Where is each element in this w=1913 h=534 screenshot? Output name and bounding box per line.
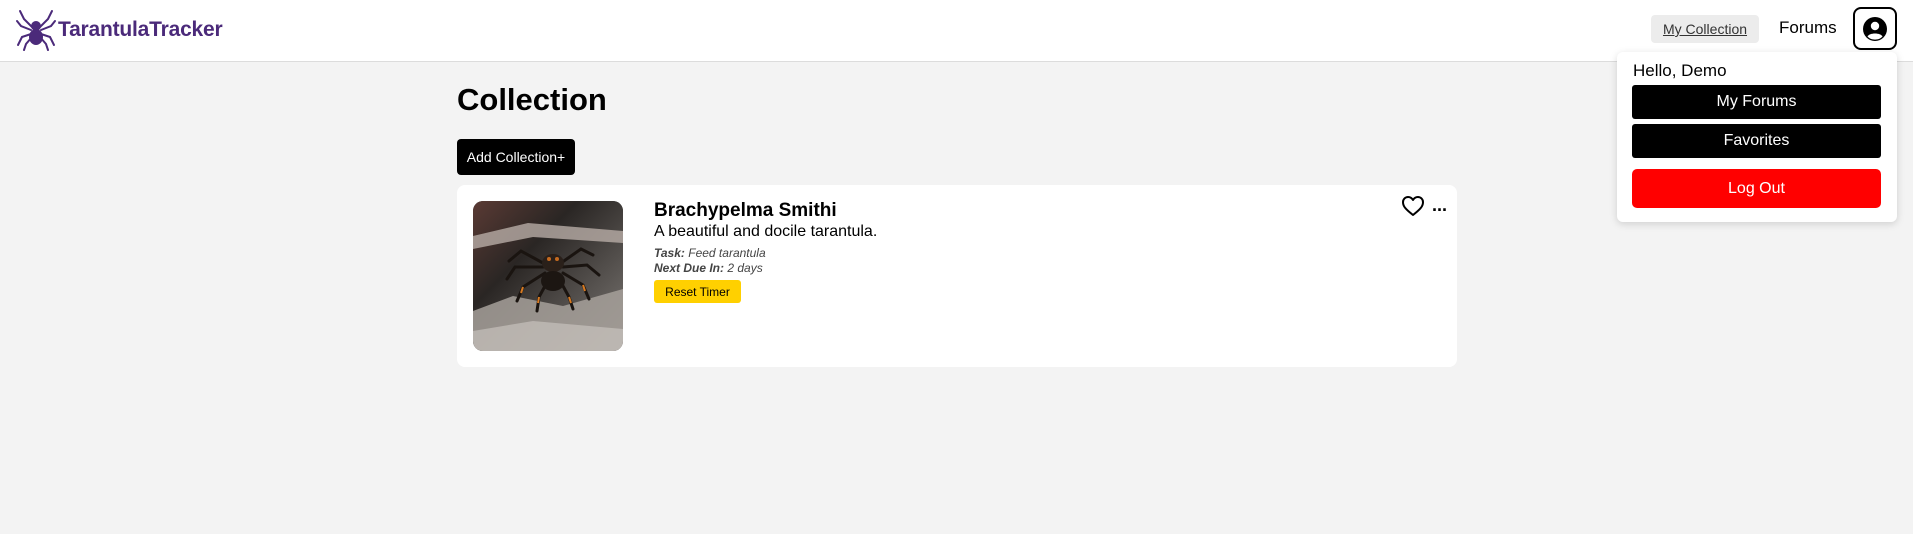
- next-due-line: Next Due In: 2 days: [654, 261, 763, 275]
- nav-my-collection-link[interactable]: My Collection: [1651, 15, 1759, 43]
- brand-name: TarantulaTracker: [58, 18, 223, 41]
- nav-forums-link[interactable]: Forums: [1779, 18, 1837, 38]
- reset-timer-button[interactable]: Reset Timer: [654, 280, 741, 303]
- user-circle-icon: [1863, 16, 1887, 41]
- page-title: Collection: [457, 82, 607, 117]
- next-due-value: 2 days: [727, 261, 763, 275]
- heart-icon[interactable]: [1401, 195, 1425, 217]
- profile-dropdown-menu: Hello, Demo My Forums Favorites Log Out: [1617, 52, 1897, 222]
- more-options-button[interactable]: ...: [1432, 195, 1447, 216]
- task-line: Task: Feed tarantula: [654, 246, 766, 260]
- tarantula-description: A beautiful and docile tarantula.: [654, 223, 878, 240]
- my-forums-button[interactable]: My Forums: [1632, 85, 1881, 119]
- profile-button[interactable]: [1853, 7, 1897, 50]
- tarantula-image: [473, 201, 623, 351]
- brand-logo[interactable]: TarantulaTracker: [16, 9, 223, 51]
- logout-button[interactable]: Log Out: [1632, 169, 1881, 208]
- collection-card: Brachypelma Smithi A beautiful and docil…: [457, 185, 1457, 367]
- favorites-button[interactable]: Favorites: [1632, 124, 1881, 158]
- next-due-label: Next Due In:: [654, 261, 725, 275]
- tarantula-name: Brachypelma Smithi: [654, 200, 837, 221]
- task-label: Task:: [654, 246, 685, 260]
- add-collection-button[interactable]: Add Collection+: [457, 139, 575, 175]
- task-value: Feed tarantula: [688, 246, 766, 260]
- greeting-text: Hello, Demo: [1633, 61, 1727, 80]
- spider-icon: [16, 10, 56, 51]
